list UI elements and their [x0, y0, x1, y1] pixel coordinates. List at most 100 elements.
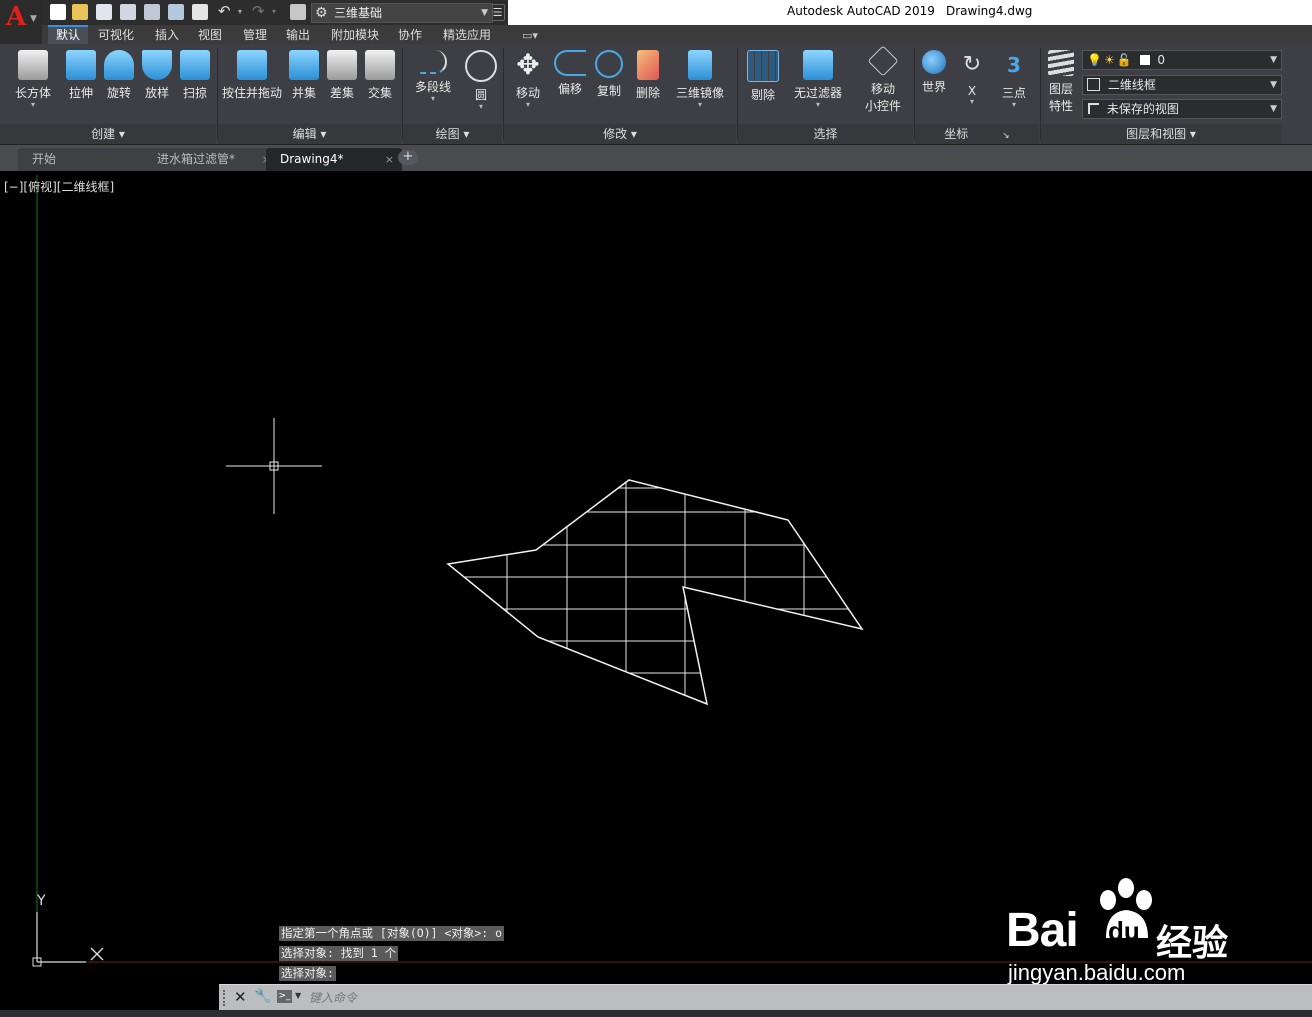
no-filter-icon: [803, 50, 833, 80]
new-tab-button[interactable]: +: [398, 150, 418, 165]
box-button[interactable]: 长方体 ▾: [10, 50, 56, 109]
named-view-dropdown[interactable]: 未保存的视图 ▼: [1082, 99, 1282, 119]
chevron-down-icon[interactable]: ▼: [295, 991, 301, 1000]
redo-dropdown-icon[interactable]: ▾: [272, 4, 288, 20]
ucs-world-button[interactable]: 世界: [916, 50, 952, 95]
ucs-world-label: 世界: [921, 80, 946, 94]
viewport-controls[interactable]: [−][俯视][二维线框]: [4, 178, 114, 195]
tab-view[interactable]: 视图: [198, 27, 222, 44]
circle-button[interactable]: 圆 ▾: [463, 50, 499, 111]
save-icon[interactable]: [96, 4, 112, 20]
move-button[interactable]: ✥ 移动 ▾: [508, 50, 548, 109]
doc-tab-start[interactable]: 开始: [18, 148, 154, 171]
erase-label: 删除: [635, 86, 660, 100]
loft-icon: [142, 50, 172, 80]
tab-collaborate[interactable]: 协作: [398, 27, 422, 44]
workspace-switcher[interactable]: ⚙ 三维基础 ▼: [311, 3, 493, 23]
presspull-icon: [237, 50, 267, 80]
circle-label: 圆: [474, 88, 487, 102]
revolve-label: 旋转: [106, 86, 131, 100]
tab-featured-apps[interactable]: 精选应用: [443, 27, 491, 44]
polygon-boundary[interactable]: [446, 479, 864, 706]
offset-button[interactable]: 偏移: [550, 50, 590, 97]
extrude-label: 拉伸: [68, 86, 93, 100]
application-menu-button[interactable]: A ▼: [0, 0, 43, 44]
erase-button[interactable]: 删除: [628, 50, 668, 101]
subtract-button[interactable]: 差集: [324, 50, 360, 101]
chevron-down-icon: ▼: [1270, 55, 1277, 65]
doc-tab-label: 开始: [32, 152, 57, 166]
sun-icon[interactable]: ☀: [1104, 53, 1115, 67]
panel-create-title: 创建: [91, 127, 116, 141]
panel-create-footer[interactable]: 创建 ▾: [0, 124, 216, 144]
doc-tab-filter-pipe[interactable]: 进水箱过滤管* ×: [143, 148, 279, 171]
dialog-launcher-icon[interactable]: ↘: [1002, 131, 1010, 141]
open-icon[interactable]: [72, 4, 88, 20]
tab-manage[interactable]: 管理: [243, 27, 267, 44]
layer-dropdown[interactable]: 💡 ☀ 🔓 0 ▼: [1082, 50, 1282, 70]
cull-icon: [747, 50, 779, 82]
redo-icon[interactable]: ↷: [252, 4, 268, 20]
tab-output[interactable]: 输出: [286, 27, 310, 44]
command-input[interactable]: 键入命令: [309, 989, 357, 1006]
rotate-x-icon: ↻: [962, 52, 982, 77]
plot-icon[interactable]: [192, 4, 208, 20]
panel-edit-footer[interactable]: 编辑 ▾: [218, 124, 401, 144]
visual-style-icon: [1087, 78, 1100, 91]
tab-visualize[interactable]: 可视化: [98, 27, 134, 44]
panel-coordinates-footer[interactable]: 坐标 ↘: [915, 124, 1039, 144]
workspace-label: 三维基础: [334, 6, 383, 20]
tab-insert[interactable]: 插入: [155, 27, 179, 44]
visual-style-dropdown[interactable]: 二维线框 ▼: [1082, 75, 1282, 95]
new-icon[interactable]: [50, 4, 66, 20]
app-title: Autodesk AutoCAD 2019: [787, 4, 935, 18]
command-history-line: 选择对象:: [279, 966, 336, 981]
chevron-down-icon: ▾: [969, 97, 974, 106]
revolve-button[interactable]: 旋转: [99, 50, 139, 101]
cull-button[interactable]: 剔除: [742, 50, 784, 103]
subtract-icon: [327, 50, 357, 80]
revolve-icon: [104, 50, 134, 80]
tab-default[interactable]: 默认: [48, 25, 89, 46]
open-web-icon[interactable]: [144, 4, 160, 20]
move-gizmo-button[interactable]: 移动 小控件: [856, 45, 910, 114]
close-icon[interactable]: ✕: [234, 988, 247, 1006]
tab-addins[interactable]: 附加模块: [331, 27, 379, 44]
panel-modify-footer[interactable]: 修改 ▾: [504, 124, 736, 144]
drawing-canvas[interactable]: [0, 172, 1312, 984]
sweep-button[interactable]: 扫掠: [175, 50, 215, 101]
save-web-icon[interactable]: [168, 4, 184, 20]
panel-coordinates-title: 坐标: [944, 127, 969, 141]
ucs-x-button[interactable]: ↻ X ▾: [955, 50, 989, 106]
minimize-ribbon-icon[interactable]: ▭▾: [522, 27, 538, 44]
lightbulb-icon[interactable]: 💡: [1087, 53, 1102, 67]
copy-icon: [595, 50, 623, 78]
layer-properties-button[interactable]: 图层 特性: [1043, 50, 1079, 114]
ucs-x-label: X: [967, 84, 977, 98]
no-filter-button[interactable]: 无过滤器 ▾: [790, 50, 846, 109]
undo-icon[interactable]: ↶: [218, 4, 234, 20]
unlock-icon[interactable]: 🔓: [1117, 53, 1132, 67]
loft-button[interactable]: 放样: [137, 50, 177, 101]
doc-tab-drawing4[interactable]: Drawing4* ×: [266, 148, 402, 171]
autocad-logo-icon: A: [6, 2, 27, 32]
presspull-button[interactable]: 按住并拖动: [220, 50, 284, 101]
copy-button[interactable]: 复制: [589, 50, 629, 99]
extrude-button[interactable]: 拉伸: [60, 50, 102, 101]
watermark-brand: Bai: [1006, 904, 1079, 957]
panel-layers-footer[interactable]: 图层和视图 ▾: [1041, 124, 1281, 144]
save-as-icon[interactable]: [120, 4, 136, 20]
mirror3d-button[interactable]: 三维镜像 ▾: [672, 50, 728, 109]
panel-draw-footer[interactable]: 绘图 ▾: [403, 124, 502, 144]
document-title: Drawing4.dwg: [946, 4, 1033, 18]
drag-handle-icon[interactable]: [223, 990, 229, 1006]
wrench-icon[interactable]: 🔧: [254, 988, 271, 1004]
polyline-button[interactable]: 多段线 ▾: [410, 50, 456, 103]
intersect-button[interactable]: 交集: [362, 50, 398, 101]
share-icon[interactable]: [290, 4, 306, 20]
command-prompt-icon[interactable]: >_: [277, 990, 292, 1003]
visual-style-value: 二维线框: [1107, 78, 1156, 92]
close-icon[interactable]: ×: [385, 148, 394, 171]
union-button[interactable]: 并集: [286, 50, 322, 101]
ucs-3point-button[interactable]: 3 三点 ▾: [996, 50, 1032, 109]
